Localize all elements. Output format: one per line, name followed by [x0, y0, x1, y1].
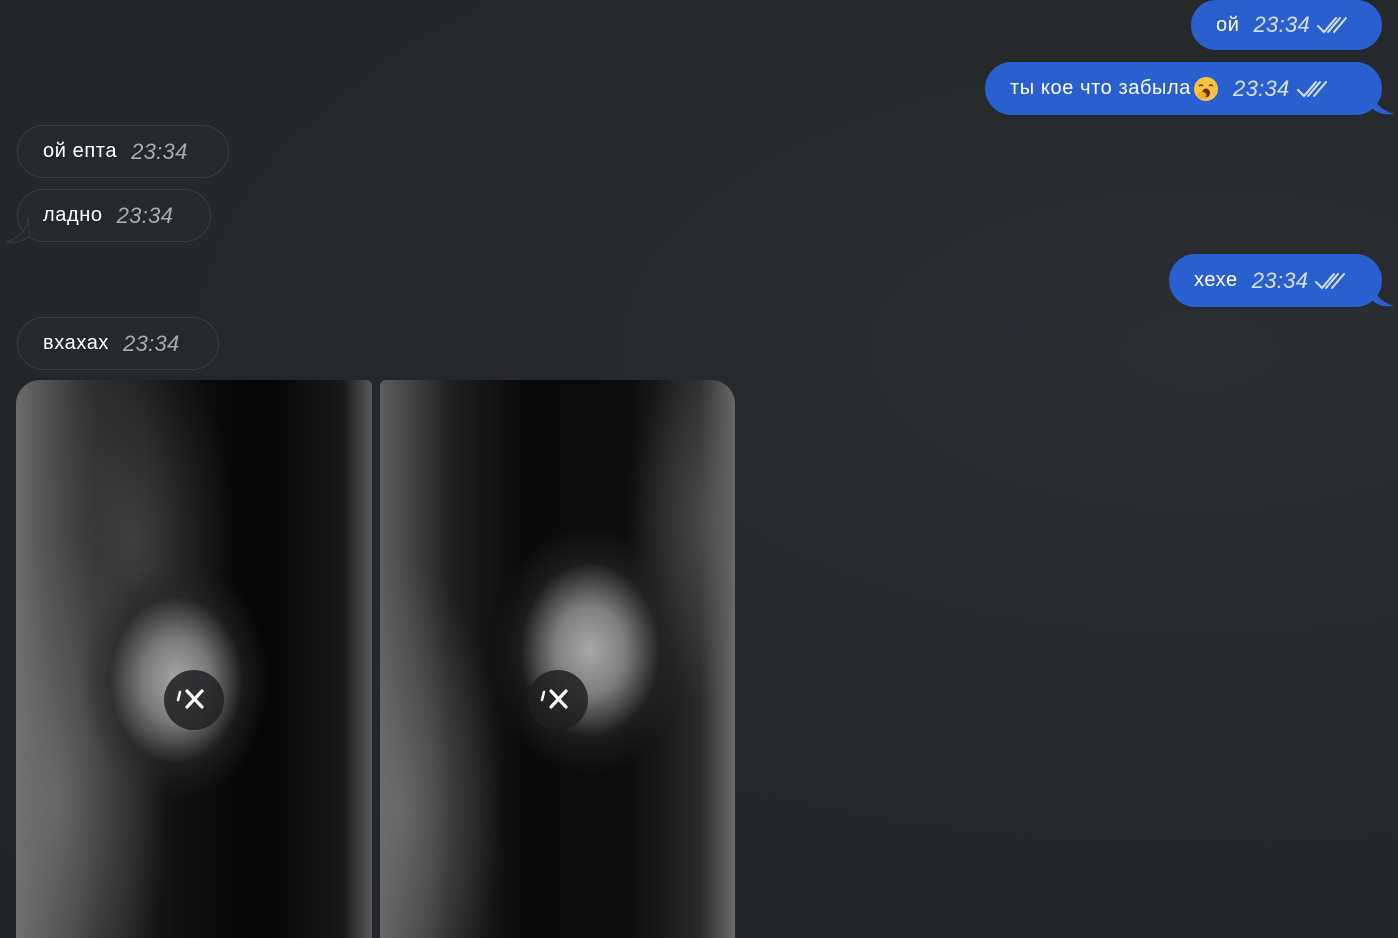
message-time: 23:34: [1233, 75, 1290, 101]
chat-area: ой 23:34 ты кое что забыла 23:34 ой епта…: [0, 0, 1398, 938]
cancel-download-button[interactable]: [164, 670, 224, 730]
message-outgoing[interactable]: ты кое что забыла 23:34: [985, 62, 1382, 115]
yawning-face-icon: [1194, 76, 1219, 101]
read-checkmarks-icon: [1317, 17, 1348, 34]
message-time: 23:34: [116, 202, 174, 228]
message-text: хехе: [1194, 269, 1238, 291]
message-time: 23:34: [123, 330, 180, 356]
photo-attachment[interactable]: [16, 380, 372, 938]
bubble-tail: [1372, 282, 1394, 307]
message-outgoing[interactable]: ой 23:34: [1191, 0, 1382, 50]
message-text: ой: [1216, 13, 1240, 36]
message-text: ой епта: [43, 140, 118, 162]
message-incoming[interactable]: вхахах 23:34: [17, 317, 219, 370]
cancel-download-button[interactable]: [528, 670, 588, 730]
cancel-download-icon: [176, 689, 204, 709]
read-checkmarks-icon: [1315, 272, 1346, 289]
blurred-photo-preview: [16, 380, 372, 938]
bubble-tail: [1372, 90, 1394, 115]
message-incoming[interactable]: ой епта 23:34: [17, 125, 229, 178]
bubble-tail: [5, 218, 30, 243]
cancel-download-icon: [540, 689, 568, 709]
message-incoming[interactable]: ладно 23:34: [17, 189, 211, 242]
message-text: ладно: [43, 204, 103, 226]
blurred-photo-preview: [380, 380, 735, 938]
photo-attachment[interactable]: [380, 380, 735, 938]
message-text: ты кое что забыла: [1010, 77, 1192, 99]
message-time: 23:34: [1253, 12, 1311, 37]
message-time: 23:34: [131, 138, 188, 164]
message-outgoing[interactable]: хехе 23:34: [1169, 254, 1382, 307]
read-checkmarks-icon: [1296, 80, 1327, 97]
message-text: вхахах: [43, 332, 110, 354]
message-time: 23:34: [1251, 267, 1309, 293]
